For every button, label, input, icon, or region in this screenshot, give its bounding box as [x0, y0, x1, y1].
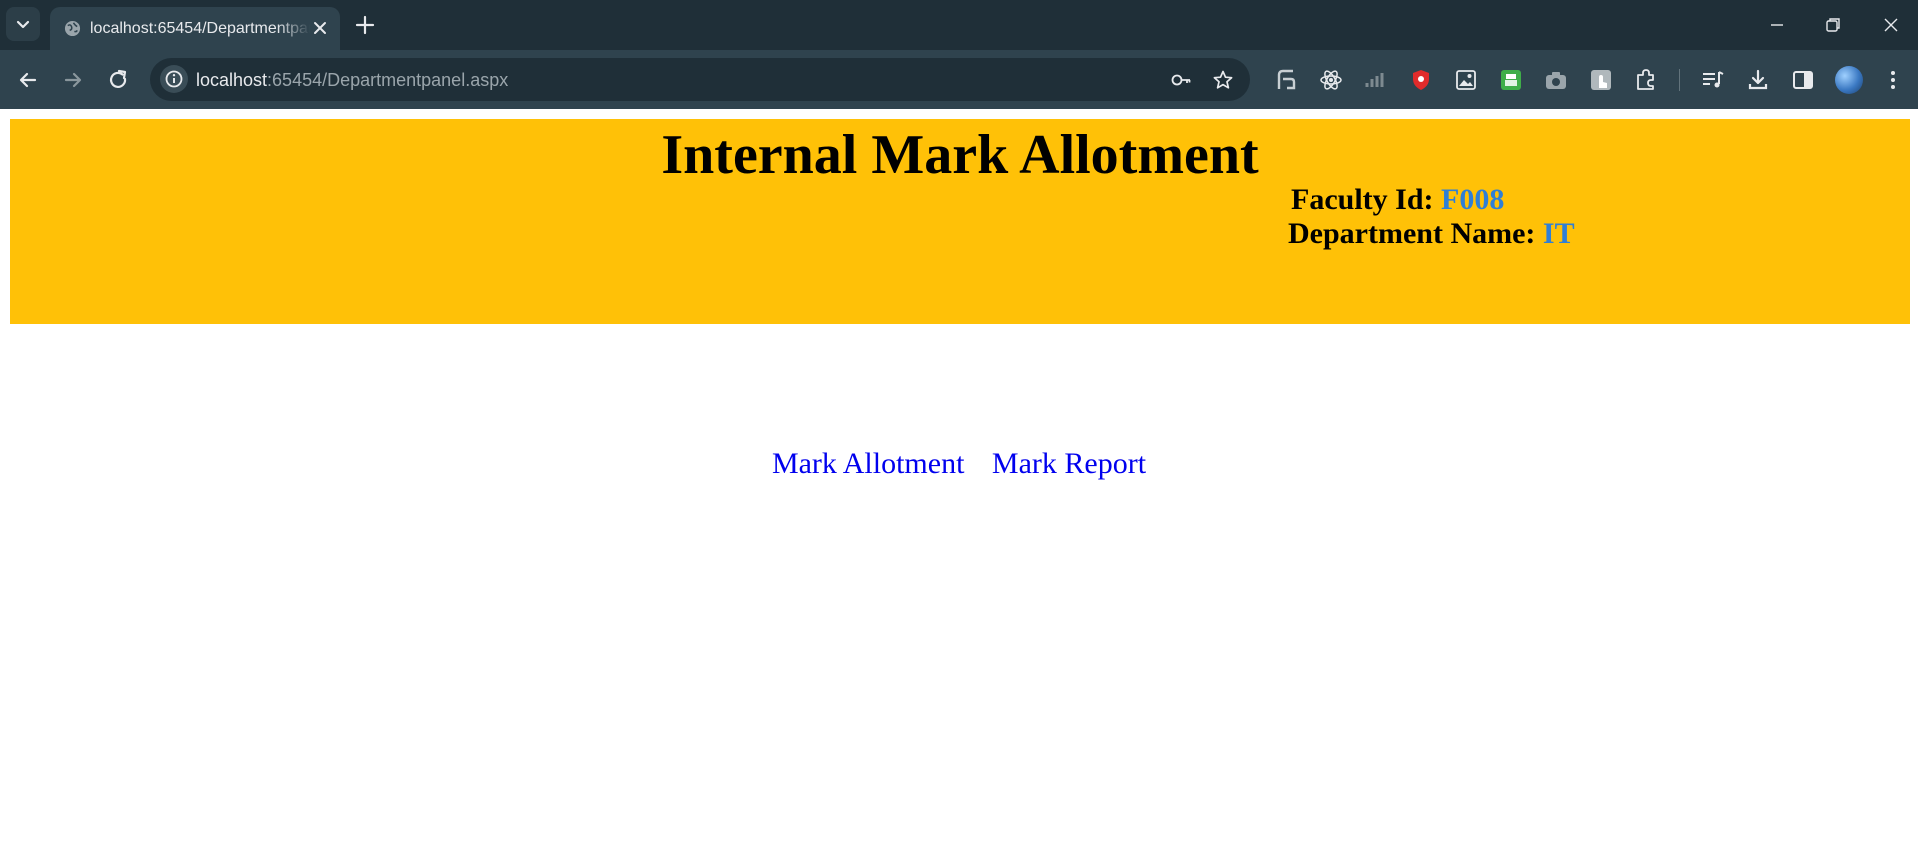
toolbar-separator — [1679, 69, 1680, 91]
more-menu-icon[interactable] — [1880, 67, 1906, 93]
reload-icon[interactable] — [105, 67, 131, 93]
tab-search-button[interactable] — [6, 7, 40, 41]
f-extension-icon[interactable] — [1273, 67, 1299, 93]
back-arrow-icon[interactable] — [15, 67, 41, 93]
address-bar[interactable]: localhost:65454/Departmentpanel.aspx — [150, 58, 1250, 101]
globe-icon — [64, 20, 81, 37]
page-header: Internal Mark Allotment Faculty Id: F008… — [10, 119, 1910, 324]
site-info-button[interactable] — [160, 65, 188, 93]
mark-report-link[interactable]: Mark Report — [992, 447, 1146, 480]
chart-extension-icon[interactable] — [1363, 67, 1389, 93]
info-icon — [165, 70, 183, 88]
url-text[interactable]: localhost:65454/Departmentpanel.aspx — [196, 69, 508, 91]
panel-links: Mark Allotment Mark Report — [0, 446, 1918, 482]
close-window-icon[interactable] — [1876, 10, 1906, 40]
browser-tab-bar: localhost:65454/Departmentpanel.aspx — [0, 0, 1918, 50]
touch-extension-icon[interactable] — [1588, 67, 1614, 93]
url-path: :65454/Departmentpanel.aspx — [267, 70, 509, 90]
browser-toolbar: localhost:65454/Departmentpanel.aspx — [0, 50, 1918, 109]
minimize-icon[interactable] — [1762, 10, 1792, 40]
faculty-id-label: Faculty Id: — [1291, 183, 1434, 216]
react-icon[interactable] — [1318, 67, 1344, 93]
close-icon[interactable] — [311, 19, 329, 37]
image-extension-icon[interactable] — [1453, 67, 1479, 93]
forward-arrow-icon[interactable] — [60, 67, 86, 93]
browser-tab-active[interactable]: localhost:65454/Departmentpanel.aspx — [50, 7, 340, 50]
side-panel-icon[interactable] — [1790, 67, 1816, 93]
profile-avatar[interactable] — [1835, 66, 1863, 94]
media-control-icon[interactable] — [1700, 67, 1726, 93]
mark-allotment-link[interactable]: Mark Allotment — [772, 447, 964, 480]
download-icon[interactable] — [1745, 67, 1771, 93]
shield-extension-icon[interactable] — [1408, 67, 1434, 93]
camera-extension-icon[interactable] — [1543, 67, 1569, 93]
key-icon[interactable] — [1170, 69, 1192, 91]
printer-extension-icon[interactable] — [1498, 67, 1524, 93]
page-title: Internal Mark Allotment — [661, 124, 1259, 186]
chevron-down-icon — [16, 20, 30, 29]
department-name-label: Department Name: — [1288, 217, 1536, 250]
puzzle-icon[interactable] — [1633, 67, 1659, 93]
restore-icon[interactable] — [1818, 10, 1848, 40]
faculty-id-value: F008 — [1441, 183, 1505, 216]
department-name-value: IT — [1542, 217, 1575, 250]
tab-title: localhost:65454/Departmentpanel.aspx — [90, 20, 310, 37]
star-icon[interactable] — [1212, 69, 1234, 91]
department-name-line: Department Name: IT — [1288, 217, 1575, 251]
url-host: localhost — [196, 70, 268, 90]
faculty-id-line: Faculty Id: F008 — [1291, 183, 1504, 217]
new-tab-icon[interactable] — [354, 14, 376, 36]
